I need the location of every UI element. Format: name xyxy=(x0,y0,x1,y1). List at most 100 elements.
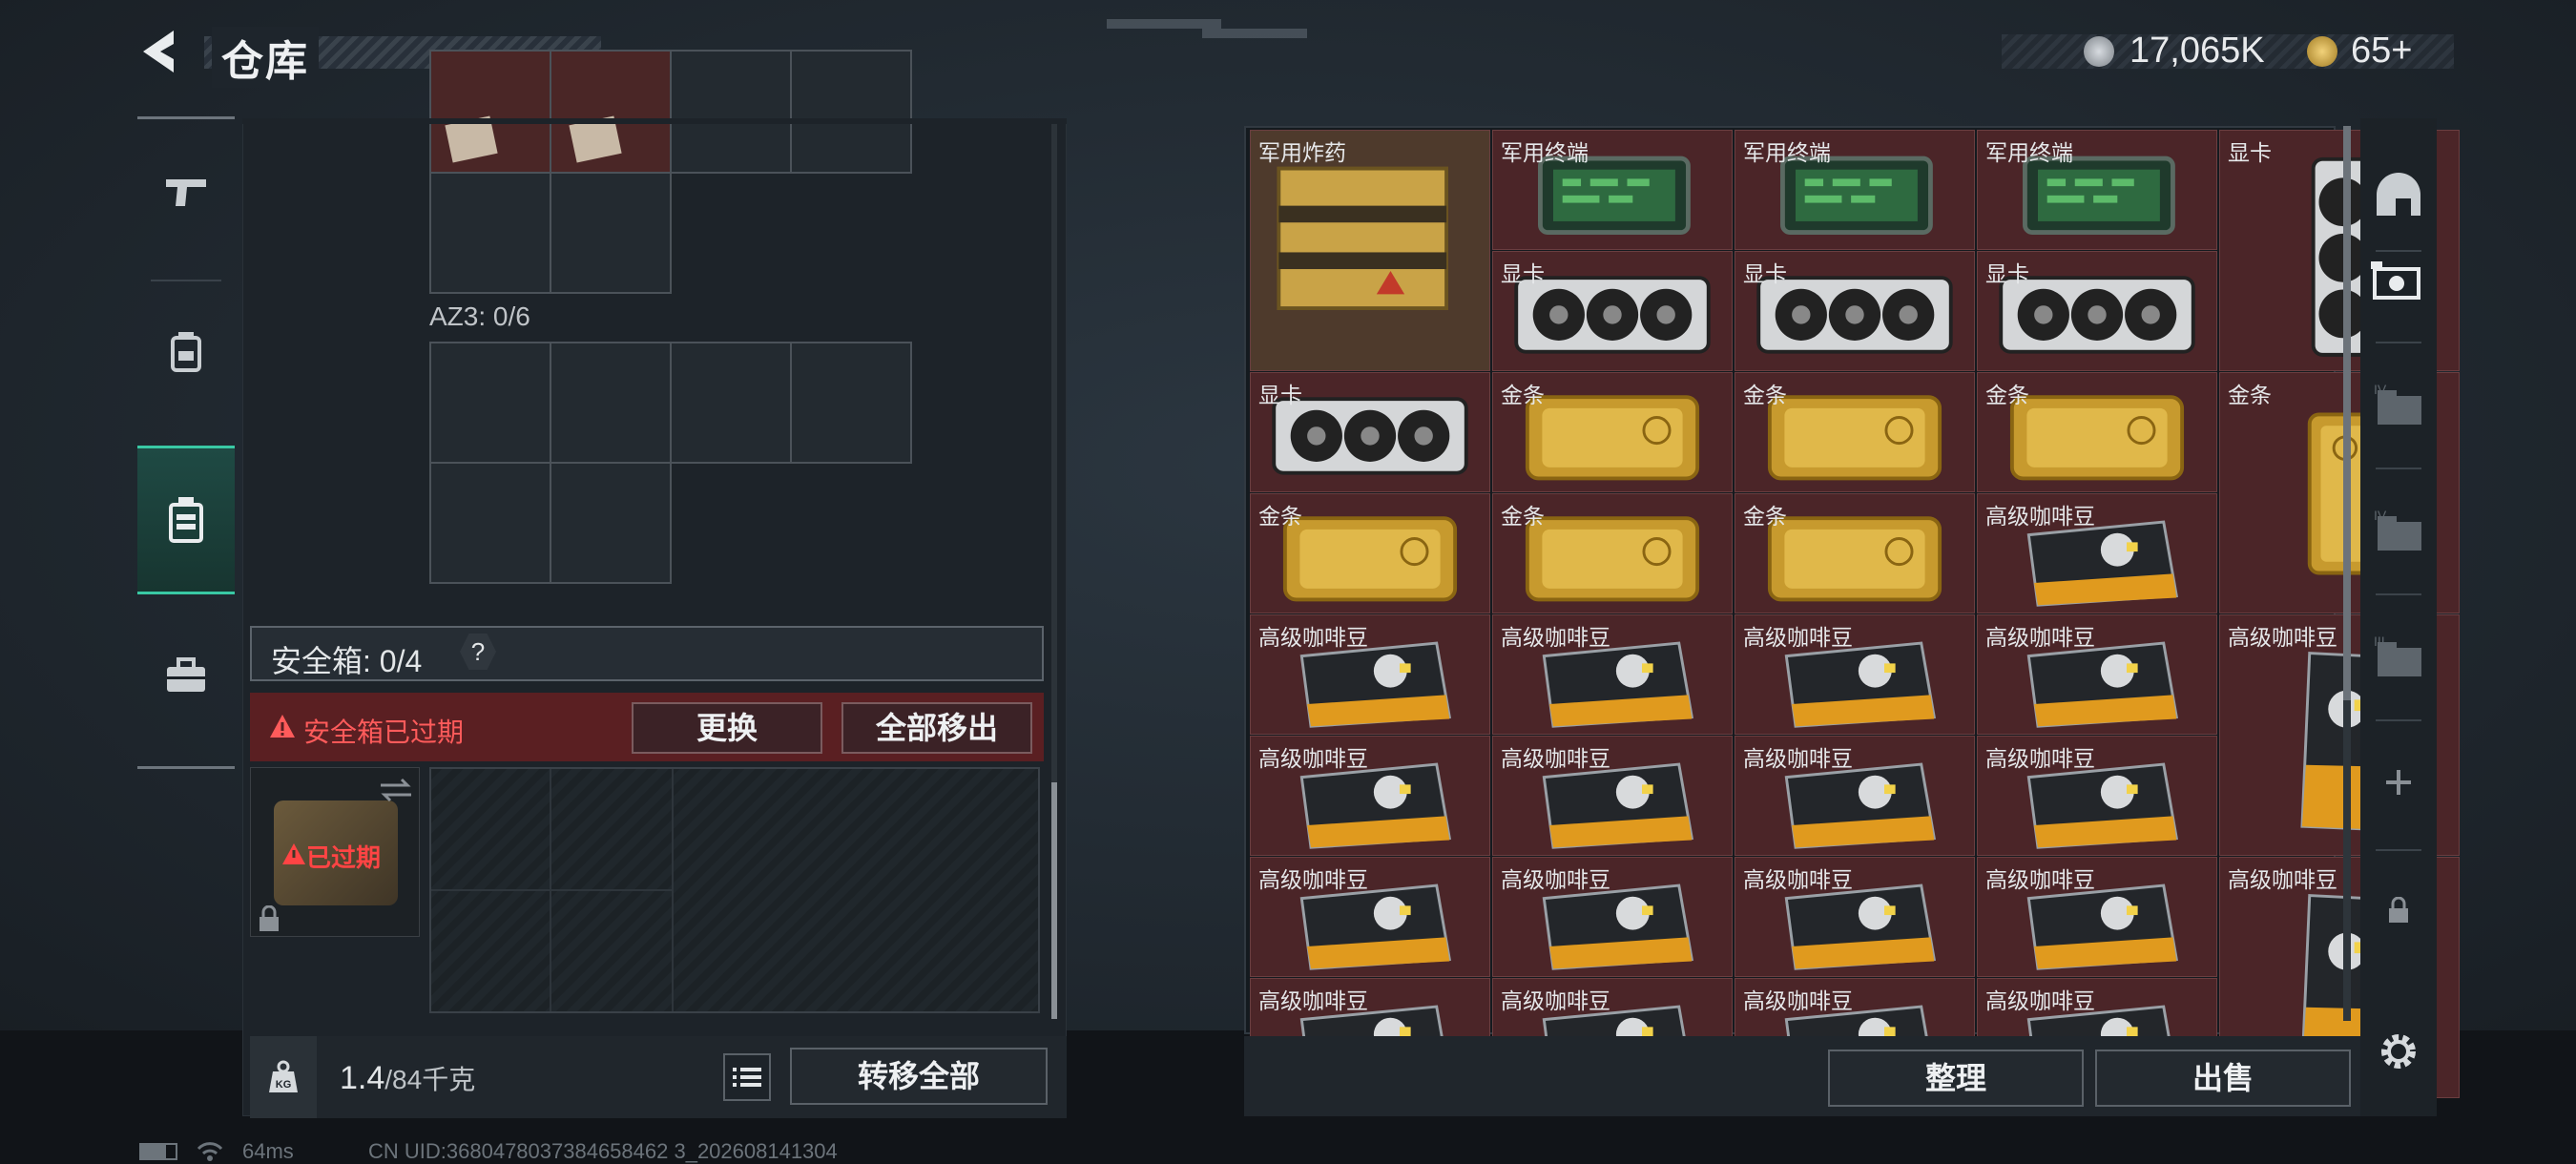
grid-cell[interactable] xyxy=(429,462,551,584)
storage-item[interactable]: 金条 xyxy=(1735,493,1975,613)
gold-coin-icon xyxy=(2307,36,2337,67)
uid-text: CN UID:3680478037384658462 3_20260814130… xyxy=(368,1139,838,1163)
storage-item[interactable]: 军用终端 xyxy=(1735,130,1975,250)
safe-box-slot[interactable]: 已过期 xyxy=(250,767,420,937)
storage-item[interactable]: 金条 xyxy=(1977,372,2217,492)
grid-cell[interactable] xyxy=(550,462,672,584)
currency-secondary[interactable]: 65+ xyxy=(2351,31,2412,72)
expired-tag: 已过期 xyxy=(306,843,382,872)
plus-icon xyxy=(2386,770,2411,795)
storage-item[interactable]: 金条 xyxy=(1250,493,1490,613)
storage-item[interactable]: 高级咖啡豆 xyxy=(1735,736,1975,856)
tab-storage-iv-2[interactable]: IV xyxy=(2370,502,2427,559)
tab-vehicle[interactable] xyxy=(2370,252,2427,309)
swap-icon[interactable] xyxy=(379,778,413,802)
folder-iv-icon: IV xyxy=(2374,383,2421,425)
storage-item[interactable]: 金条 xyxy=(1492,493,1733,613)
storage-item[interactable]: 显卡 xyxy=(1977,251,2217,371)
transfer-all-button[interactable]: 转移全部 xyxy=(790,1048,1048,1105)
replace-button[interactable]: 更换 xyxy=(632,702,822,754)
storage-item[interactable]: 金条 xyxy=(1735,372,1975,492)
svg-text:III: III xyxy=(2374,634,2385,649)
left-scrollbar-thumb[interactable] xyxy=(1051,782,1057,1019)
storage-item[interactable]: 高级咖啡豆 xyxy=(1250,857,1490,977)
settings-button[interactable] xyxy=(2370,1023,2427,1080)
storage-item[interactable]: 高级咖啡豆 xyxy=(1492,857,1733,977)
storage-item[interactable]: 高级咖啡豆 xyxy=(1250,736,1490,856)
storage-item[interactable]: 显卡 xyxy=(1250,372,1490,492)
az3-label: AZ3: 0/6 xyxy=(429,301,530,331)
storage-item[interactable]: 显卡 xyxy=(1492,251,1733,371)
grid-cell[interactable] xyxy=(790,342,912,464)
storage-scrollbar-thumb[interactable] xyxy=(2343,126,2351,700)
storage-item[interactable]: 高级咖啡豆 xyxy=(1492,736,1733,856)
item-name: 金条 xyxy=(2228,383,2272,407)
storage-item[interactable]: 军用炸药 xyxy=(1250,130,1490,371)
nav-case[interactable] xyxy=(137,604,235,747)
grid-cell[interactable] xyxy=(670,50,792,174)
grid-cell[interactable] xyxy=(429,172,551,294)
storage-item[interactable]: 高级咖啡豆 xyxy=(1735,857,1975,977)
storage-item[interactable]: 军用终端 xyxy=(1492,130,1733,250)
warning-icon xyxy=(282,843,305,864)
safe-box-label: 安全箱: 0/4 xyxy=(271,644,423,678)
svg-text:IV: IV xyxy=(2374,509,2387,523)
item-name: 金条 xyxy=(1743,383,1787,407)
storage-item[interactable]: 高级咖啡豆 xyxy=(1977,736,2217,856)
currency-primary: 17,065K xyxy=(2129,31,2265,71)
storage-item[interactable]: 高级咖啡豆 xyxy=(1977,614,2217,735)
storage-item[interactable]: 高级咖啡豆 xyxy=(1250,614,1490,735)
grid-cell[interactable] xyxy=(670,342,792,464)
grid-cell[interactable] xyxy=(550,172,672,294)
storage-item[interactable]: 金条 xyxy=(1492,372,1733,492)
storage-item[interactable]: 军用终端 xyxy=(1977,130,2217,250)
item-name: 金条 xyxy=(1258,504,1302,529)
item-name: 军用终端 xyxy=(1985,140,2073,165)
grid-cell[interactable] xyxy=(429,50,551,174)
storage-item[interactable]: 高级咖啡豆 xyxy=(1735,614,1975,735)
item-name: 高级咖啡豆 xyxy=(1985,625,2095,650)
item-name: 高级咖啡豆 xyxy=(1743,625,1853,650)
item-name: 显卡 xyxy=(2228,140,2272,165)
grid-cell[interactable] xyxy=(550,342,672,464)
pistol-icon xyxy=(166,179,206,206)
back-arrow-icon[interactable] xyxy=(135,27,183,76)
nav-container[interactable] xyxy=(137,446,235,594)
item-name: 高级咖啡豆 xyxy=(1501,988,1610,1013)
gear-icon xyxy=(2381,1034,2416,1069)
storage-actions: 整理 出售 xyxy=(1244,1036,2437,1116)
sell-button[interactable]: 出售 xyxy=(2095,1050,2351,1107)
weight-box: KG xyxy=(250,1036,317,1118)
lock-icon xyxy=(2389,897,2408,923)
storage-item[interactable]: 显卡 xyxy=(1735,251,1975,371)
storage-item[interactable]: 高级咖啡豆 xyxy=(1977,857,2217,977)
tab-storage-iv-1[interactable]: IV xyxy=(2370,376,2427,433)
list-view-button[interactable] xyxy=(723,1053,771,1101)
nav-armor[interactable] xyxy=(137,280,235,423)
item-name: 高级咖啡豆 xyxy=(1743,746,1853,771)
page-title: 仓库 xyxy=(212,27,319,88)
sort-button[interactable]: 整理 xyxy=(1828,1050,2084,1107)
storage-item[interactable]: 高级咖啡豆 xyxy=(1977,493,2217,613)
weight-bar: KG 1.4/84千克 转移全部 xyxy=(250,1036,1067,1118)
safe-box-grid[interactable] xyxy=(429,767,1040,1013)
item-name: 军用终端 xyxy=(1743,140,1831,165)
list-icon xyxy=(733,1068,761,1087)
tab-helmet[interactable] xyxy=(2370,166,2427,223)
item-name: 军用炸药 xyxy=(1258,140,1346,165)
item-name: 显卡 xyxy=(1985,261,2029,286)
warning-icon xyxy=(270,715,295,738)
battery-icon xyxy=(139,1143,177,1160)
help-icon[interactable]: ? xyxy=(460,634,496,670)
storage-item[interactable]: 高级咖啡豆 xyxy=(1492,614,1733,735)
grid-cell[interactable] xyxy=(429,342,551,464)
move-all-out-button[interactable]: 全部移出 xyxy=(841,702,1032,754)
helmet-icon xyxy=(2377,173,2420,216)
grid-cell[interactable] xyxy=(790,50,912,174)
tab-locked[interactable] xyxy=(2370,882,2427,939)
tab-storage-iii[interactable]: III xyxy=(2370,628,2427,685)
tab-add[interactable] xyxy=(2370,754,2427,811)
item-name: 高级咖啡豆 xyxy=(1258,867,1368,892)
nav-weapon[interactable] xyxy=(137,119,235,262)
item-name: 高级咖啡豆 xyxy=(1501,867,1610,892)
